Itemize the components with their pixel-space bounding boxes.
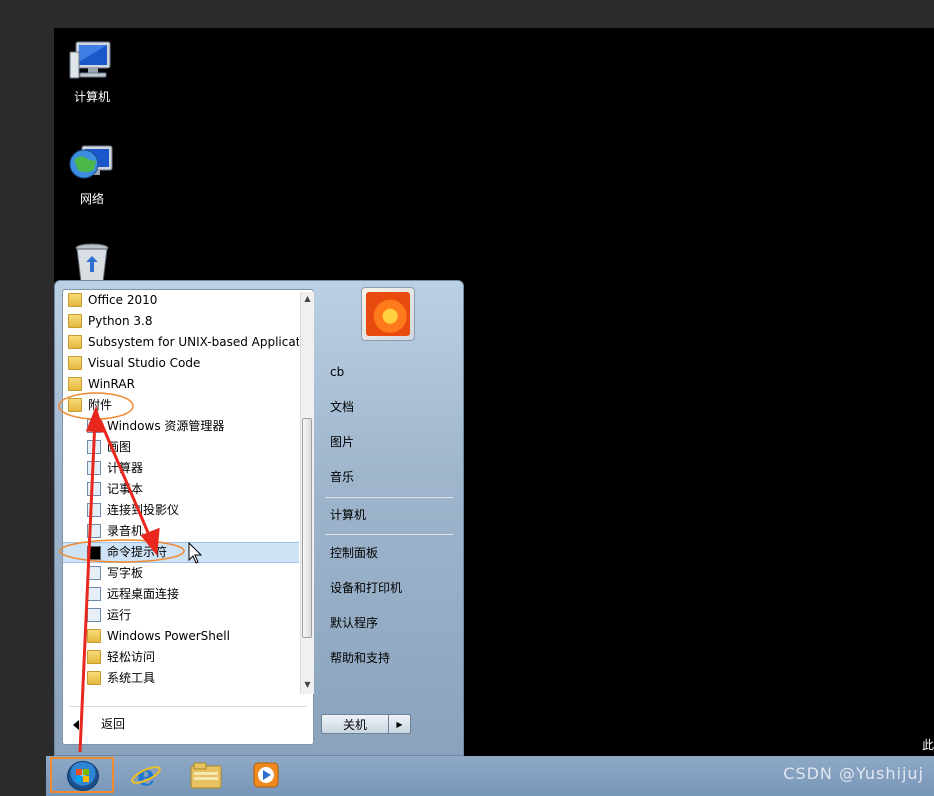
all-programs-pane: Office 2010 Python 3.8 Subsystem for UNIX-… — [62, 289, 314, 745]
back-arrow-icon — [73, 719, 79, 730]
notepad-icon — [87, 482, 101, 496]
program-label: Windows PowerShell — [107, 629, 230, 643]
program-label: Python 3.8 — [88, 314, 153, 328]
program-label: 命令提示符 — [107, 545, 168, 559]
start-button[interactable] — [50, 757, 114, 793]
program-label: 画图 — [107, 440, 132, 454]
program-label: Visual Studio Code — [88, 356, 201, 370]
shutdown-options-arrow-icon[interactable]: ▶ — [389, 714, 411, 734]
program-item[interactable]: Windows 资源管理器 — [63, 416, 299, 437]
recorder-icon — [87, 524, 101, 538]
right-separator — [325, 496, 453, 498]
program-item[interactable]: Windows PowerShell — [63, 626, 299, 647]
right-item-music[interactable]: 音乐 — [330, 467, 354, 487]
back-button[interactable]: 返回 — [73, 712, 125, 736]
windows-orb-icon — [67, 761, 99, 791]
program-item[interactable]: 写字板 — [63, 563, 299, 584]
program-item[interactable]: 录音机 — [63, 521, 299, 542]
csdn-watermark: CSDN @Yushijuj — [783, 764, 924, 783]
program-label: 连接到投影仪 — [107, 503, 180, 517]
back-separator — [69, 706, 307, 707]
shutdown-control: 关机 ▶ — [321, 714, 411, 736]
program-item[interactable]: Subsystem for UNIX-based Applicat — [63, 332, 299, 353]
program-label: 附件 — [88, 398, 113, 412]
program-list-scrollbar[interactable]: ▲ ▼ — [300, 292, 314, 694]
right-separator — [325, 533, 453, 535]
folder-icon — [87, 629, 101, 643]
program-label: Office 2010 — [88, 293, 158, 307]
program-item[interactable]: 画图 — [63, 437, 299, 458]
program-item[interactable]: 连接到投影仪 — [63, 500, 299, 521]
svg-text:e: e — [137, 760, 155, 790]
folder-open-icon — [68, 398, 82, 412]
desktop-edge-text: 此 — [921, 738, 934, 752]
file-explorer-icon[interactable] — [190, 760, 222, 790]
projector-icon — [87, 503, 101, 517]
media-player-icon[interactable] — [250, 760, 282, 790]
program-item[interactable]: WinRAR — [63, 374, 299, 395]
program-item[interactable]: 计算器 — [63, 458, 299, 479]
right-item-devices-printers[interactable]: 设备和打印机 — [330, 578, 402, 598]
program-item[interactable]: 运行 — [63, 605, 299, 626]
program-label: 录音机 — [107, 524, 144, 538]
scroll-up-icon[interactable]: ▲ — [301, 292, 314, 306]
network-icon — [68, 140, 116, 188]
program-label: 写字板 — [107, 566, 144, 580]
program-label: 记事本 — [107, 482, 144, 496]
program-item[interactable]: 系统工具 — [63, 668, 299, 689]
folder-icon — [68, 356, 82, 370]
program-list: Office 2010 Python 3.8 Subsystem for UNIX-… — [63, 290, 299, 696]
right-item-user[interactable]: cb — [330, 362, 344, 382]
program-item[interactable]: 附件 — [63, 395, 299, 416]
cmd-icon — [87, 546, 101, 560]
start-menu: Office 2010 Python 3.8 Subsystem for UNIX-… — [54, 280, 464, 756]
desktop-icon-computer[interactable]: 计算机 — [54, 38, 130, 105]
scroll-down-icon[interactable]: ▼ — [301, 678, 314, 692]
back-label: 返回 — [101, 717, 126, 731]
internet-explorer-icon[interactable]: e — [130, 759, 162, 792]
explorer-icon — [87, 419, 101, 433]
desktop-icon-network[interactable]: 网络 — [54, 140, 130, 207]
calculator-icon — [87, 461, 101, 475]
right-item-computer[interactable]: 计算机 — [330, 505, 366, 525]
scroll-thumb[interactable] — [302, 418, 312, 638]
right-item-control-panel[interactable]: 控制面板 — [330, 543, 378, 563]
program-item[interactable]: Python 3.8 — [63, 311, 299, 332]
remote-desktop-icon — [87, 587, 101, 601]
computer-icon — [68, 38, 116, 86]
program-label: 计算器 — [107, 461, 144, 475]
folder-icon — [68, 335, 82, 349]
wordpad-icon — [87, 566, 101, 580]
desktop-icon-label: 网络 — [79, 192, 104, 206]
right-item-documents[interactable]: 文档 — [330, 397, 354, 417]
folder-icon — [87, 650, 101, 664]
program-item[interactable]: 命令提示符 — [63, 542, 299, 563]
folder-icon — [87, 671, 101, 685]
program-label: 运行 — [107, 608, 132, 622]
paint-icon — [87, 440, 101, 454]
program-item[interactable]: Office 2010 — [63, 290, 299, 311]
program-item[interactable]: 远程桌面连接 — [63, 584, 299, 605]
program-label: 系统工具 — [107, 671, 156, 685]
right-item-help-support[interactable]: 帮助和支持 — [330, 648, 390, 668]
program-label: WinRAR — [88, 377, 135, 391]
program-item[interactable]: 轻松访问 — [63, 647, 299, 668]
user-avatar[interactable] — [361, 287, 415, 341]
shutdown-button[interactable]: 关机 — [321, 714, 389, 734]
right-item-pictures[interactable]: 图片 — [330, 432, 354, 452]
program-label: 远程桌面连接 — [107, 587, 180, 601]
folder-icon — [68, 314, 82, 328]
right-item-default-programs[interactable]: 默认程序 — [330, 613, 378, 633]
folder-icon — [68, 293, 82, 307]
program-item[interactable]: Visual Studio Code — [63, 353, 299, 374]
flower-avatar-icon — [366, 292, 410, 336]
folder-icon — [68, 377, 82, 391]
run-icon — [87, 608, 101, 622]
program-label: Subsystem for UNIX-based Applicat — [88, 335, 299, 349]
program-item[interactable]: 记事本 — [63, 479, 299, 500]
program-label: 轻松访问 — [107, 650, 156, 664]
program-label: Windows 资源管理器 — [107, 419, 225, 433]
desktop-icon-label: 计算机 — [73, 90, 110, 104]
